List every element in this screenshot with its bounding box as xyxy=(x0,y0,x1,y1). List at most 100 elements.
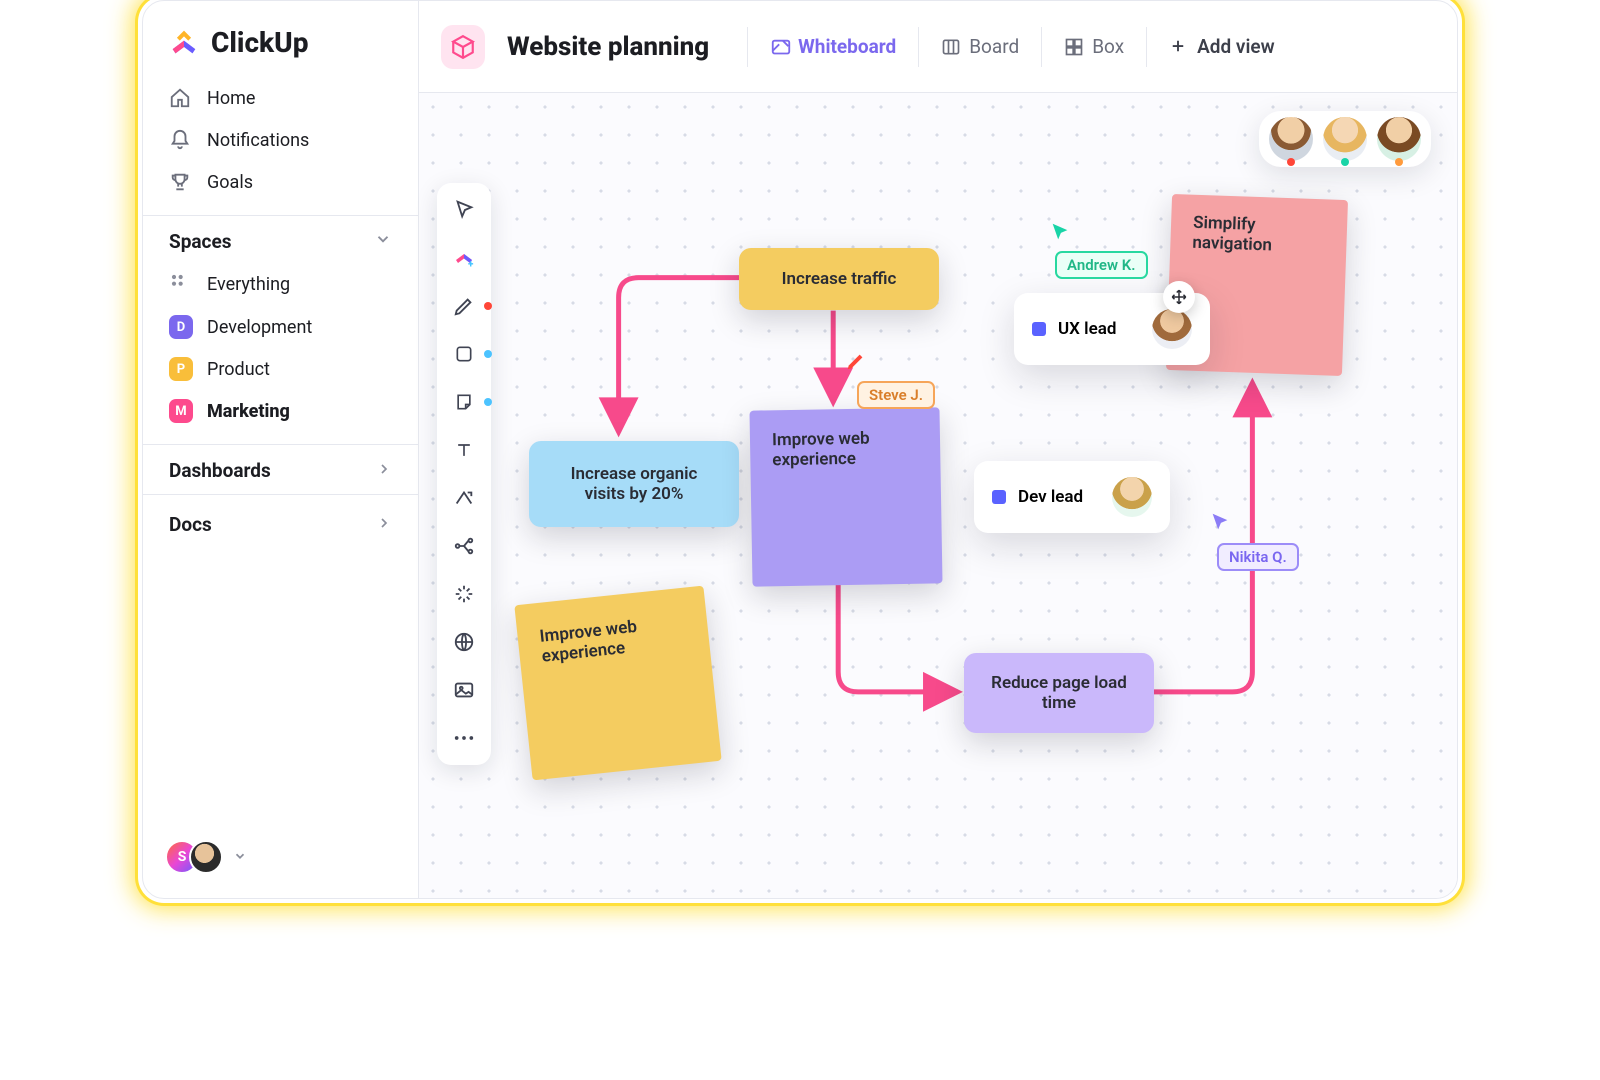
plus-icon xyxy=(1169,37,1189,57)
canvas-toolbar: + xyxy=(437,183,491,765)
more-icon[interactable] xyxy=(451,725,477,751)
node-increase-traffic[interactable]: Increase traffic xyxy=(739,248,939,310)
connector-icon[interactable] xyxy=(451,485,477,511)
clickup-ai-icon[interactable]: + xyxy=(451,245,477,271)
space-badge: D xyxy=(169,315,193,339)
sticky-improve-web-2[interactable]: Improve web experience xyxy=(514,586,721,781)
whiteboard-canvas[interactable]: + .pp.face1::after{background:#ff4638} .… xyxy=(419,93,1457,898)
presence-avatar[interactable]: .pp.face3::after{background:#ff9a3c} xyxy=(1377,117,1421,161)
presence-avatar[interactable]: .pp.face2::after{background:#19d4a7} xyxy=(1323,117,1367,161)
everything-label: Everything xyxy=(207,274,290,295)
space-badge: P xyxy=(169,357,193,381)
text-icon[interactable] xyxy=(451,437,477,463)
profile-cluster[interactable]: S xyxy=(143,830,418,884)
presence-cluster[interactable]: .pp.face1::after{background:#ff4638} .pp… xyxy=(1259,111,1431,167)
brand: ClickUp xyxy=(143,25,418,77)
cursor-label-steve: Steve J. xyxy=(857,381,935,409)
space-development[interactable]: D Development xyxy=(143,306,418,348)
page-title: Website planning xyxy=(507,32,709,62)
space-label: Development xyxy=(207,317,312,338)
sticky-note-icon[interactable] xyxy=(451,389,477,415)
move-handle-icon[interactable] xyxy=(1163,281,1195,313)
main: Website planning Whiteboard Board xyxy=(419,1,1457,898)
nav-label: Home xyxy=(207,88,255,109)
presence-avatar[interactable]: .pp.face1::after{background:#ff4638} xyxy=(1269,117,1313,161)
chevron-right-icon xyxy=(376,459,392,482)
pen-cursor-icon xyxy=(845,350,867,378)
view-label: Box xyxy=(1092,35,1124,58)
whiteboard-icon xyxy=(770,37,790,57)
bell-icon xyxy=(169,129,191,151)
sticky-label: Improve web experience xyxy=(772,428,919,471)
node-label: Increase organic visits by 20% xyxy=(551,464,717,504)
cursor-icon xyxy=(1049,221,1071,249)
sparkles-icon[interactable] xyxy=(451,581,477,607)
pen-icon[interactable] xyxy=(451,293,477,319)
nav-label: Goals xyxy=(207,172,253,193)
node-label: Increase traffic xyxy=(782,269,897,289)
cube-icon xyxy=(450,34,476,60)
sidebar: ClickUp Home Notifications Goals Spaces xyxy=(143,1,419,898)
nav-home[interactable]: Home xyxy=(143,77,418,119)
view-whiteboard[interactable]: Whiteboard xyxy=(770,35,896,58)
docs-header[interactable]: Docs xyxy=(143,494,418,546)
sticky-label: Improve web experience xyxy=(539,612,688,667)
space-product[interactable]: P Product xyxy=(143,348,418,390)
node-reduce-load[interactable]: Reduce page load time xyxy=(964,653,1154,733)
square-icon[interactable] xyxy=(451,341,477,367)
view-label: Board xyxy=(969,35,1019,58)
nav-goals[interactable]: Goals xyxy=(143,161,418,203)
clickup-logo-icon xyxy=(167,25,201,59)
divider xyxy=(918,27,919,67)
home-icon xyxy=(169,87,191,109)
chevron-down-icon xyxy=(233,848,247,867)
space-label: Product xyxy=(207,359,270,380)
status-square xyxy=(992,490,1006,504)
dashboards-header[interactable]: Dashboards xyxy=(143,444,418,492)
card-label: Dev lead xyxy=(1018,487,1083,507)
sidebar-everything[interactable]: Everything xyxy=(143,263,418,306)
cursor-label-andrew: Andrew K. xyxy=(1055,251,1148,279)
divider xyxy=(1146,27,1147,67)
chevron-down-icon xyxy=(374,230,392,253)
image-icon[interactable] xyxy=(451,677,477,703)
dashboards-label: Dashboards xyxy=(169,459,271,482)
avatar-photo xyxy=(189,840,223,874)
nav-label: Notifications xyxy=(207,130,309,151)
view-board[interactable]: Board xyxy=(941,35,1019,58)
grid-icon xyxy=(1064,37,1084,57)
spaces-title: Spaces xyxy=(169,230,231,253)
task-card-dev-lead[interactable]: Dev lead xyxy=(974,461,1170,533)
divider xyxy=(1041,27,1042,67)
node-increase-visits[interactable]: Increase organic visits by 20% xyxy=(529,441,739,527)
globe-icon[interactable] xyxy=(451,629,477,655)
node-label: Reduce page load time xyxy=(986,673,1132,713)
spaces-header[interactable]: Spaces xyxy=(143,215,418,263)
topbar: Website planning Whiteboard Board xyxy=(419,1,1457,93)
trophy-icon xyxy=(169,171,191,193)
sticky-label: Simplify navigation xyxy=(1192,213,1325,258)
space-label: Marketing xyxy=(207,401,290,422)
view-label: Whiteboard xyxy=(798,35,896,58)
sticky-improve-web-1[interactable]: Improve web experience xyxy=(749,407,942,586)
svg-text:+: + xyxy=(468,259,474,270)
view-box[interactable]: Box xyxy=(1064,35,1124,58)
card-label: UX lead xyxy=(1058,319,1116,339)
space-badge: M xyxy=(169,399,193,423)
brand-name: ClickUp xyxy=(211,26,308,59)
hierarchy-icon[interactable] xyxy=(451,533,477,559)
cursor-icon xyxy=(1209,511,1231,539)
avatar xyxy=(1112,477,1152,517)
cursor-icon[interactable] xyxy=(451,197,477,223)
space-marketing[interactable]: M Marketing xyxy=(143,390,418,432)
docs-label: Docs xyxy=(169,513,212,536)
status-square xyxy=(1032,322,1046,336)
cursor-label-nikita: Nikita Q. xyxy=(1217,543,1299,571)
add-view-button[interactable]: Add view xyxy=(1169,35,1275,58)
app-frame: ClickUp Home Notifications Goals Spaces xyxy=(142,0,1458,899)
add-view-label: Add view xyxy=(1197,35,1275,58)
everything-icon xyxy=(169,272,193,297)
board-icon xyxy=(941,37,961,57)
page-icon-chip xyxy=(441,25,485,69)
nav-notifications[interactable]: Notifications xyxy=(143,119,418,161)
